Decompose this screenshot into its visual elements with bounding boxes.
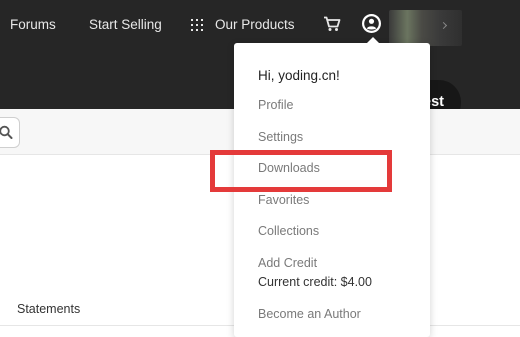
grid-icon (191, 18, 203, 31)
user-greeting: Hi, yoding.cn! (258, 68, 340, 83)
avatar[interactable] (389, 10, 462, 46)
dropdown-pointer (366, 37, 380, 44)
menu-item-profile[interactable]: Profile (258, 98, 293, 112)
nav-start-selling-link[interactable]: Start Selling (89, 17, 162, 32)
nav-our-products-link[interactable]: Our Products (191, 17, 295, 32)
search-icon[interactable] (0, 125, 13, 139)
menu-item-favorites[interactable]: Favorites (258, 193, 309, 207)
nav-forums-link[interactable]: Forums (10, 17, 56, 32)
highlight-annotation-box (210, 150, 392, 192)
current-credit-text: Current credit: $4.00 (258, 275, 372, 289)
menu-item-add-credit[interactable]: Add Credit (258, 256, 317, 270)
cart-icon[interactable] (323, 16, 341, 32)
menu-item-collections[interactable]: Collections (258, 224, 319, 238)
statements-tab[interactable]: Statements (17, 302, 80, 316)
menu-item-become-author[interactable]: Become an Author (258, 307, 361, 321)
nav-our-products-label: Our Products (215, 17, 295, 32)
user-circle-icon[interactable] (362, 14, 381, 33)
menu-item-settings[interactable]: Settings (258, 130, 303, 144)
